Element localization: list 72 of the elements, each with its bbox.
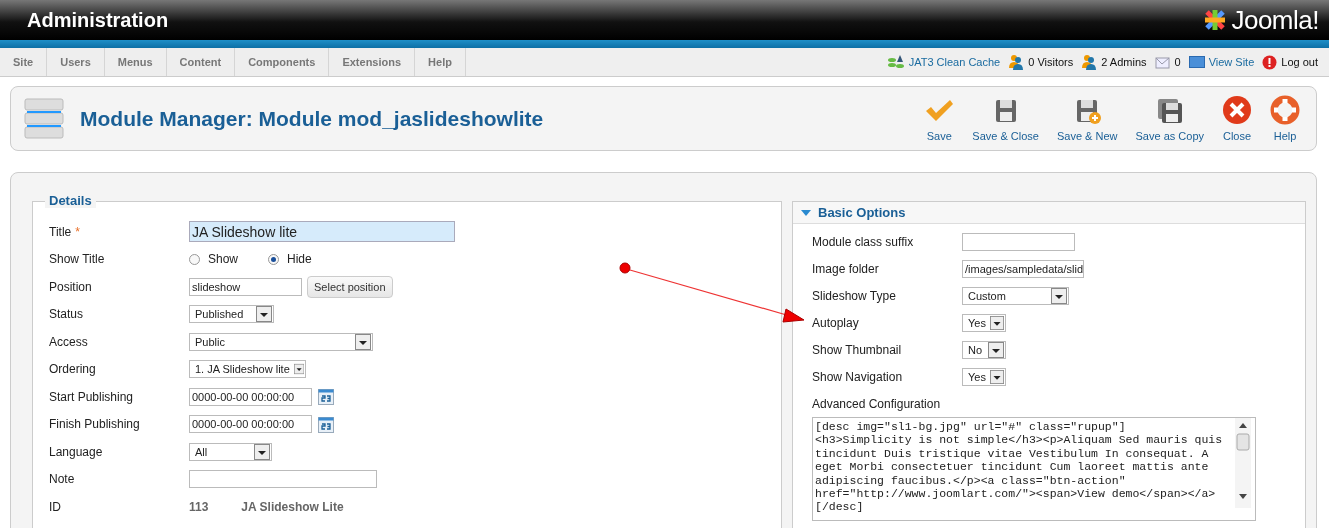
dropdown[interactable]: Public	[189, 332, 373, 351]
field-label: Position	[49, 279, 92, 294]
field-label: Language	[49, 444, 103, 459]
logo-text: Joomla!	[1231, 4, 1319, 36]
field-label: Start Publishing	[49, 389, 134, 404]
text-field[interactable]: /images/sampledata/slid	[962, 259, 1084, 278]
status-link[interactable]: View Site	[1208, 56, 1255, 68]
field-label: Show Title	[49, 252, 105, 267]
radio-button[interactable]	[268, 253, 280, 265]
user-icon	[1008, 54, 1025, 70]
toolbar-button[interactable]: Help	[1262, 95, 1308, 142]
scrollbar[interactable]	[1235, 418, 1251, 508]
logout-icon	[1262, 54, 1278, 70]
text-field[interactable]: slideshow	[189, 277, 302, 296]
field-label: Note	[49, 472, 75, 487]
text-field[interactable]	[189, 470, 377, 489]
database-icon	[886, 54, 905, 70]
field-label: Show Navigation	[812, 369, 904, 384]
toolbar-button[interactable]: Save & Close	[964, 97, 1047, 142]
field-label: Autoplay	[812, 315, 860, 330]
dropdown[interactable]: Custom	[962, 286, 1069, 305]
status-label: 0 Visitors	[1028, 56, 1074, 68]
field-label: Show Thumbnail	[812, 342, 903, 357]
radio-label: Show	[208, 252, 239, 267]
dropdown[interactable]: 1. JA Slideshow lite	[189, 360, 306, 379]
status-link[interactable]: JAT3 Clean Cache	[908, 56, 1001, 68]
status-label: 2 Admins	[1101, 56, 1147, 68]
module-name: JA Slideshow Lite	[241, 499, 344, 514]
field-label: Module class suffix	[812, 234, 915, 249]
status-label: 0	[1174, 56, 1181, 68]
panel-header[interactable]: Basic Options	[793, 202, 1305, 224]
radio-button[interactable]	[189, 253, 200, 265]
field-label: Finish Publishing	[49, 417, 140, 432]
dropdown[interactable]: Yes	[962, 367, 1006, 386]
dropdown[interactable]: Published	[189, 305, 274, 324]
dropdown[interactable]: Yes	[962, 313, 1006, 332]
field-label: Access	[49, 334, 88, 349]
text-field[interactable]	[962, 232, 1075, 251]
date-field[interactable]: 0000-00-00 00:00:00	[189, 387, 312, 406]
radio-label: Hide	[287, 252, 312, 267]
text-field[interactable]: JA Slideshow lite	[189, 221, 455, 243]
status-label: Log out	[1281, 56, 1318, 68]
dropdown[interactable]: All	[189, 442, 272, 461]
user-icon	[1081, 54, 1098, 70]
lifebuoy-icon	[1270, 95, 1300, 125]
required-marker: *	[75, 224, 80, 239]
field-label: Title	[49, 224, 72, 239]
page-title: Module Manager: Module mod_jaslideshowlite	[80, 106, 544, 131]
field-label: Image folder	[812, 261, 880, 276]
message-icon	[1154, 55, 1171, 69]
toolbar-button[interactable]: Save as Copy	[1127, 97, 1212, 142]
calendar-icon[interactable]	[318, 415, 334, 433]
toolbar-button[interactable]: Save	[916, 97, 963, 142]
close-icon	[1222, 95, 1252, 125]
fieldset-legend: Details	[45, 193, 96, 208]
select-position-button[interactable]: Select position	[307, 275, 393, 298]
dropdown[interactable]: No	[962, 340, 1006, 359]
field-label: Ordering	[49, 362, 96, 377]
field-label: Slideshow Type	[812, 288, 897, 303]
text-area[interactable]: [desc img="sl1-bg.jpg" url="#" class="rupup"] <h3>Simplicity is not simple</h3><p>Aliquam Sed mauris quis tincidunt Duis tristique vitae Vestibulum In consequat. A eget Morbi consectetuer tincidunt Cum laoreet mattis ante adipiscing faucibus.</p><a class="btn-action" href="http://www.joomlart.com/"><span>View demo</span></a> [/desc]	[812, 417, 1256, 521]
app-title: Administration	[27, 8, 169, 32]
toolbar-button[interactable]: Save & New	[1049, 97, 1126, 142]
panel-title: Basic Options	[818, 205, 906, 220]
calendar-icon[interactable]	[318, 388, 334, 406]
field-label: Status	[49, 307, 84, 322]
id-value: 113	[189, 499, 209, 514]
module-stack-icon	[24, 96, 64, 141]
monitor-icon	[1188, 56, 1205, 68]
field-label: Advanced Configuration	[812, 396, 941, 411]
field-label: ID	[49, 499, 61, 514]
toolbar-button[interactable]: Close	[1214, 95, 1260, 142]
date-field[interactable]: 0000-00-00 00:00:00	[189, 415, 312, 434]
